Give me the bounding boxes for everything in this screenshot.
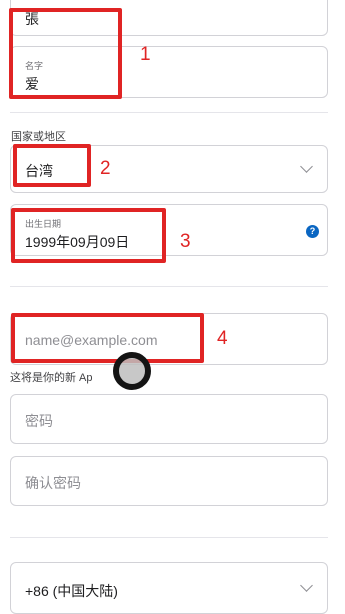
email-hint: 这将是你的新 Ap — [10, 372, 93, 384]
annotation-box-3 — [11, 208, 166, 263]
section-divider — [10, 112, 328, 113]
annotation-number-2: 2 — [100, 158, 111, 179]
annotation-number-3: 3 — [180, 231, 191, 252]
annotation-number-4: 4 — [217, 328, 228, 349]
annotation-box-2 — [13, 144, 91, 187]
annotation-box-4 — [11, 313, 204, 363]
confirm-password-field[interactable]: 确认密码 — [10, 456, 328, 506]
phone-country-value: +86 (中国大陆) — [25, 583, 118, 599]
password-placeholder: 密码 — [25, 413, 53, 429]
annotation-number-1: 1 — [140, 44, 151, 65]
chevron-down-icon — [300, 160, 313, 173]
chevron-down-icon — [300, 579, 313, 592]
confirm-password-placeholder: 确认密码 — [25, 475, 81, 491]
country-section-label: 国家或地区 — [11, 131, 66, 143]
section-divider — [10, 537, 328, 538]
question-mark-icon[interactable]: ? — [306, 225, 319, 238]
password-field[interactable]: 密码 — [10, 394, 328, 444]
section-divider — [10, 286, 328, 287]
cursor-indicator — [113, 352, 151, 390]
phone-country-select[interactable]: +86 (中国大陆) — [10, 562, 328, 614]
annotation-box-1 — [9, 8, 122, 99]
